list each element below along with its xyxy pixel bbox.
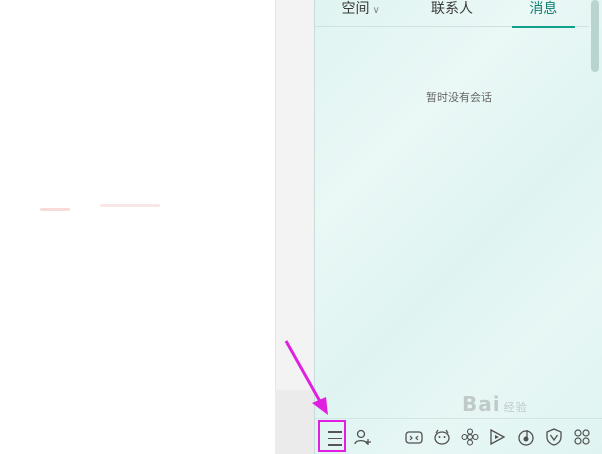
music-icon[interactable] [516,427,536,447]
photo-icon[interactable] [460,427,480,447]
game-icon[interactable] [404,427,424,447]
panel-sheen [315,0,602,454]
tab-bar: 空间 ∨ 联系人 消息 [315,0,589,28]
chevron-down-icon: ∨ [372,5,380,16]
app-manager-icon[interactable] [572,427,592,447]
blur-smudge [40,208,70,211]
qq-main-panel: 空间 ∨ 联系人 消息 暂时没有会话 [314,0,602,454]
tab-qzone[interactable]: 空间 ∨ [315,0,406,26]
pet-icon[interactable] [432,427,452,447]
scrollbar[interactable] [591,0,599,72]
add-contact-icon[interactable] [353,427,373,447]
background-window [0,0,275,454]
security-icon[interactable] [544,427,564,447]
bottom-toolbar [315,418,602,454]
tab-contacts[interactable]: 联系人 [406,0,497,26]
tab-contacts-label: 联系人 [430,1,473,17]
video-icon[interactable] [487,427,507,447]
tab-messages-label: 消息 [529,1,558,17]
tab-messages[interactable]: 消息 [498,0,589,28]
empty-conversations-text: 暂时没有会话 [426,91,492,104]
main-menu-icon [328,431,342,451]
annotation-arrow-icon [284,340,328,415]
watermark-text: Bai [462,392,501,416]
watermark: Bai 经验 [462,392,528,416]
watermark-suffix: 经验 [503,401,528,414]
blur-smudge [100,204,160,207]
tab-qzone-label: 空间 [341,1,370,17]
